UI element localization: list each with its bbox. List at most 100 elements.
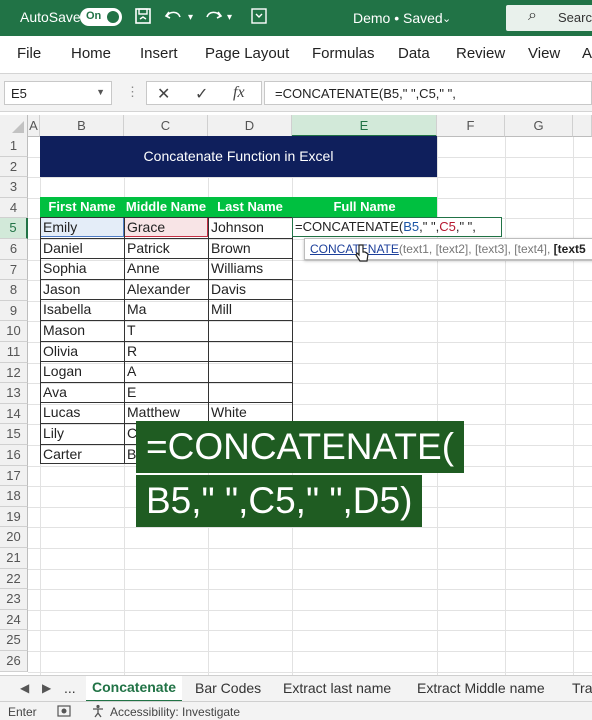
column-header-h[interactable] [573, 115, 592, 137]
gridline [28, 609, 592, 611]
tab-view[interactable]: View [528, 45, 560, 62]
row-header-23[interactable]: 23 [0, 589, 28, 610]
tab-page-layout[interactable]: Page Layout [205, 45, 289, 62]
autosave-state: On [86, 10, 102, 22]
column-header-g[interactable]: G [505, 115, 573, 137]
row-header-9[interactable]: 9 [0, 300, 28, 322]
title-dropdown-icon[interactable]: ⌄ [442, 12, 451, 25]
undo-icon[interactable] [164, 7, 184, 30]
customize-toolbar-icon[interactable] [250, 7, 268, 30]
insert-function-icon[interactable]: fx [233, 84, 245, 102]
row-header-15[interactable]: 15 [0, 424, 28, 445]
row-header-12[interactable]: 12 [0, 362, 28, 384]
autosave-toggle[interactable]: On [80, 8, 122, 26]
gridline [28, 589, 592, 591]
row-header-20[interactable]: 20 [0, 527, 28, 548]
row-header-4[interactable]: 4 [0, 197, 28, 219]
search-label: Search [558, 10, 592, 25]
row-header-7[interactable]: 7 [0, 259, 28, 281]
redo-dropdown-icon[interactable]: ▾ [227, 12, 232, 23]
drag-handle-icon[interactable]: ⋮ [126, 84, 139, 100]
row-header-2[interactable]: 2 [0, 156, 28, 178]
header-first-name[interactable]: First Name [40, 197, 124, 217]
gridline [28, 630, 592, 632]
sheet-tab-bar-codes[interactable]: Bar Codes [195, 680, 261, 696]
sheet-tab-more[interactable]: Tra [572, 680, 592, 696]
hand-cursor-icon [355, 243, 369, 269]
search-box[interactable]: ⌕ Search [506, 5, 592, 31]
active-cell-e5[interactable]: =CONCATENATE(B5," ",C5," ", [292, 217, 502, 237]
header-last-name[interactable]: Last Name [208, 197, 292, 217]
cancel-icon[interactable]: ✕ [157, 84, 170, 104]
row-header-19[interactable]: 19 [0, 506, 28, 528]
column-header-f[interactable]: F [437, 115, 505, 137]
row-header-11[interactable]: 11 [0, 342, 28, 363]
tab-formulas[interactable]: Formulas [312, 45, 375, 62]
next-sheet-icon[interactable]: ▶ [42, 681, 51, 695]
redo-icon[interactable] [203, 7, 223, 30]
enter-icon[interactable]: ✓ [195, 84, 208, 104]
tab-review[interactable]: Review [456, 45, 505, 62]
name-box[interactable]: E5 ▼ [4, 81, 112, 105]
row-header-24[interactable]: 24 [0, 609, 28, 631]
column-header-c[interactable]: C [124, 115, 208, 137]
document-title[interactable]: Demo • Saved [353, 10, 443, 26]
search-icon: ⌕ [528, 7, 537, 24]
header-middle-name[interactable]: Middle Name [124, 197, 208, 217]
row-header-17[interactable]: 17 [0, 465, 28, 487]
sheet-tab-extract-last-name[interactable]: Extract last name [283, 680, 391, 696]
gridline [28, 527, 592, 529]
gridline [28, 177, 592, 179]
sheet-title[interactable]: Concatenate Function in Excel [40, 136, 437, 177]
gridline [28, 548, 592, 549]
gridline [28, 568, 592, 570]
column-header-d[interactable]: D [208, 115, 292, 137]
row-header-16[interactable]: 16 [0, 445, 28, 466]
tab-file[interactable]: File [17, 45, 41, 62]
ribbon-tabs: File Home Insert Page Layout Formulas Da… [0, 36, 592, 74]
row-header-10[interactable]: 10 [0, 321, 28, 342]
autosave-label: AutoSave [20, 9, 81, 25]
column-header-e[interactable]: E [292, 115, 437, 137]
sheet-tab-extract-middle-name[interactable]: Extract Middle name [417, 680, 545, 696]
row-header-6[interactable]: 6 [0, 239, 28, 260]
column-header-a[interactable]: A [28, 115, 40, 137]
row-header-1[interactable]: 1 [0, 136, 28, 157]
row-header-3[interactable]: 3 [0, 177, 28, 198]
tab-more[interactable]: A [582, 45, 592, 62]
function-tooltip: CONCATENATE(text1, [text2], [text3], [te… [304, 238, 592, 260]
formula-bar: E5 ▼ ⋮ ✕ ✓ fx =CONCATENATE(B5," ",C5," "… [0, 74, 592, 112]
tab-data[interactable]: Data [398, 45, 430, 62]
formula-text: =CONCATENATE(B5," ",C5," ", [275, 86, 456, 101]
sheet-tab-concatenate[interactable]: Concatenate [86, 676, 183, 702]
accessibility-status[interactable]: Accessibility: Investigate [110, 705, 240, 719]
formula-input[interactable]: =CONCATENATE(B5," ",C5," ", [264, 81, 592, 105]
macro-recorder-icon[interactable] [57, 704, 71, 720]
accessibility-icon[interactable] [91, 704, 105, 720]
row-header-26[interactable]: 26 [0, 651, 28, 672]
status-bar: Enter Accessibility: Investigate [0, 701, 592, 720]
row-header-18[interactable]: 18 [0, 486, 28, 507]
more-sheets-button[interactable]: ... [64, 680, 76, 696]
save-icon[interactable] [134, 7, 152, 30]
undo-dropdown-icon[interactable]: ▾ [188, 12, 193, 23]
title-bar: AutoSave On ▾ ▾ Demo • Saved ⌄ ⌕ Search [0, 0, 592, 36]
row-header-25[interactable]: 25 [0, 630, 28, 651]
row-header-13[interactable]: 13 [0, 383, 28, 404]
formula-caption-line-2: B5," ",C5," ",D5) [136, 475, 423, 527]
row-header-14[interactable]: 14 [0, 403, 28, 425]
row-header-21[interactable]: 21 [0, 548, 28, 569]
tooltip-current-arg: [text5 [553, 242, 586, 256]
gridline [505, 137, 506, 675]
header-full-name[interactable]: Full Name [292, 197, 437, 217]
row-header-8[interactable]: 8 [0, 280, 28, 301]
tooltip-args: (text1, [text2], [text3], [text4], [398, 242, 551, 256]
tab-home[interactable]: Home [71, 45, 111, 62]
tab-insert[interactable]: Insert [140, 45, 178, 62]
spreadsheet-grid[interactable]: A B C D E F G 1 2 3 4 5 6 7 8 9 10 11 12 13 14 15 16 17 1… [0, 115, 592, 675]
column-header-b[interactable]: B [40, 115, 124, 137]
select-all-corner[interactable] [0, 115, 28, 137]
previous-sheet-icon[interactable]: ◀ [20, 681, 29, 695]
row-header-22[interactable]: 22 [0, 568, 28, 590]
row-header-5[interactable]: 5 [0, 218, 28, 239]
